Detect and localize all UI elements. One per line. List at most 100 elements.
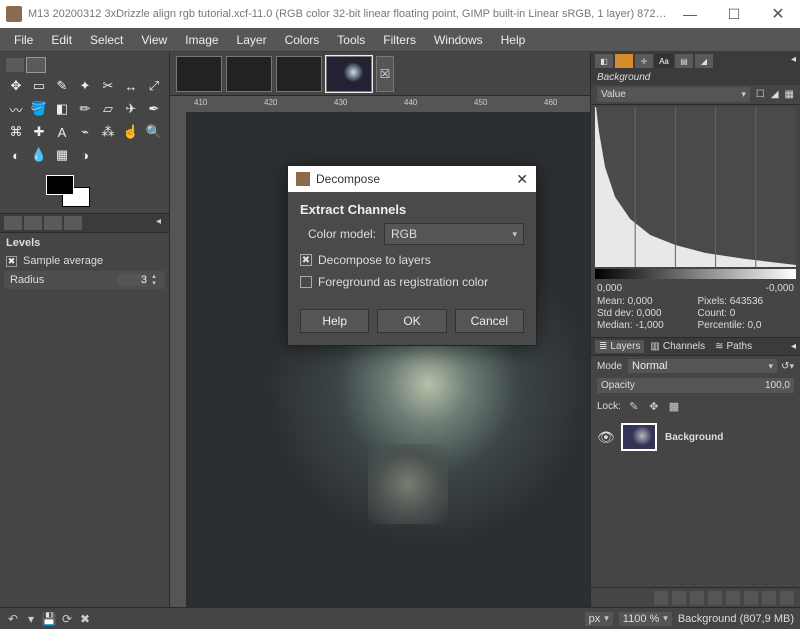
airbrush-tool-icon[interactable]: ✈	[121, 99, 141, 119]
sb-refresh-icon[interactable]: ⟳	[60, 612, 74, 626]
layers-tab-menu-icon[interactable]: ◂	[791, 341, 796, 352]
histogram-log-icon[interactable]: ◢	[771, 89, 779, 100]
image-tab-3[interactable]	[276, 56, 322, 92]
tool-options-tab-4[interactable]	[64, 216, 82, 230]
radius-input[interactable]	[117, 274, 147, 286]
crop-tool-icon[interactable]: ✂	[98, 76, 118, 96]
histogram-tab-2[interactable]	[615, 54, 633, 68]
histogram-tab-1[interactable]: ◧	[595, 54, 613, 68]
layer-item[interactable]: 👁 Background	[597, 421, 794, 453]
window-maximize-button[interactable]: ☐	[712, 0, 756, 28]
horizontal-ruler[interactable]: 410 420 430 440 450 460	[186, 96, 590, 112]
document-history-tab-icon[interactable]: ▤	[675, 54, 693, 68]
menu-filters[interactable]: Filters	[375, 31, 424, 49]
move-tool-icon[interactable]: ✥	[6, 76, 26, 96]
histogram-rgb-icon[interactable]: ▦	[785, 89, 794, 100]
image-tab-2[interactable]	[226, 56, 272, 92]
foreground-registration-checkbox[interactable]	[300, 276, 312, 288]
lower-layer-icon[interactable]	[708, 591, 722, 605]
layer-mode-select[interactable]: Normal ▾	[628, 359, 777, 373]
delete-layer-icon[interactable]	[780, 591, 794, 605]
raise-layer-icon[interactable]	[690, 591, 704, 605]
decompose-to-layers-checkbox[interactable]: ✖	[300, 254, 312, 266]
histogram-linear-icon[interactable]: ☐	[756, 89, 765, 100]
sb-save-icon[interactable]: 💾	[42, 612, 56, 626]
measure-tool-icon[interactable]: ↔	[121, 76, 141, 96]
fg-bg-swatch[interactable]	[46, 175, 90, 207]
ink-tool-icon[interactable]: ✒	[144, 99, 164, 119]
menu-layer[interactable]: Layer	[229, 31, 275, 49]
histogram-channel-select[interactable]: Value ▾	[597, 87, 750, 102]
toolbox-tab-1[interactable]	[6, 58, 24, 72]
pointer-tab-icon[interactable]: ✛	[635, 54, 653, 68]
blur-tool-icon[interactable]: 💧	[29, 145, 49, 165]
hist-tabs-menu-icon[interactable]: ◂	[791, 54, 796, 68]
text-tool-icon[interactable]: A	[52, 122, 72, 142]
dodge-tool-icon[interactable]: ◐	[6, 145, 26, 165]
color-picker-icon[interactable]: ⁂	[98, 122, 118, 142]
sb-image-menu-icon[interactable]: ▾	[24, 612, 38, 626]
tool-options-tab-1[interactable]	[4, 216, 22, 230]
radius-step-up-icon[interactable]: ▴	[149, 273, 159, 280]
path-tool-icon[interactable]: ⌁	[75, 122, 95, 142]
smudge-tool-icon[interactable]: ☝	[121, 122, 141, 142]
dialog-titlebar[interactable]: Decompose ✕	[288, 166, 536, 192]
vertical-ruler[interactable]	[170, 112, 186, 607]
bucket-fill-icon[interactable]: 🪣	[29, 99, 49, 119]
font-tab-icon[interactable]: Aa	[655, 54, 673, 68]
new-layer-icon[interactable]	[654, 591, 668, 605]
status-zoom-select[interactable]: 1100 % ▾	[619, 612, 672, 626]
image-tab-close-icon[interactable]: ☒	[376, 56, 394, 92]
free-select-icon[interactable]: ✎	[52, 76, 72, 96]
cage-tool-icon[interactable]: ▦	[52, 145, 72, 165]
ok-button[interactable]: OK	[377, 309, 446, 333]
menu-select[interactable]: Select	[82, 31, 131, 49]
heal-tool-icon[interactable]: ✚	[29, 122, 49, 142]
window-minimize-button[interactable]: —	[668, 0, 712, 28]
image-tab-4[interactable]	[326, 56, 372, 92]
desaturate-tool-icon[interactable]: ◑	[75, 145, 95, 165]
lock-position-icon[interactable]: ✥	[647, 399, 661, 413]
tab-paths[interactable]: ≋Paths	[711, 340, 756, 353]
menu-windows[interactable]: Windows	[426, 31, 491, 49]
layer-visibility-icon[interactable]: 👁	[597, 429, 613, 446]
cancel-button[interactable]: Cancel	[455, 309, 524, 333]
layer-thumbnail[interactable]	[621, 423, 657, 451]
gradient-tool-icon[interactable]: ◧	[52, 99, 72, 119]
chevron-down-icon[interactable]: ▾	[789, 361, 794, 372]
menu-help[interactable]: Help	[493, 31, 534, 49]
layer-group-icon[interactable]	[672, 591, 686, 605]
histogram-tab-active-icon[interactable]: ◢	[695, 54, 713, 68]
clone-tool-icon[interactable]: ⌘	[6, 122, 26, 142]
warp-tool-icon[interactable]: 〰	[6, 99, 26, 119]
lock-paint-icon[interactable]: ✎	[627, 399, 641, 413]
lock-alpha-icon[interactable]: ▩	[667, 399, 681, 413]
rect-select-icon[interactable]: ▭	[29, 76, 49, 96]
layer-name[interactable]: Background	[665, 432, 723, 443]
sb-delete-icon[interactable]: ✖	[78, 612, 92, 626]
pencil-tool-icon[interactable]: ✏	[75, 99, 95, 119]
foreground-color-swatch[interactable]	[46, 175, 74, 195]
menu-tools[interactable]: Tools	[329, 31, 373, 49]
tab-channels[interactable]: ▥Channels	[646, 340, 709, 353]
mode-switch-icon[interactable]: ↺	[781, 361, 789, 372]
duplicate-layer-icon[interactable]	[726, 591, 740, 605]
mask-layer-icon[interactable]	[762, 591, 776, 605]
color-model-select[interactable]: RGB ▾	[384, 223, 524, 245]
image-tab-1[interactable]	[176, 56, 222, 92]
layer-opacity-slider[interactable]: Opacity 100,0	[597, 378, 794, 393]
eraser-tool-icon[interactable]: ▱	[98, 99, 118, 119]
menu-edit[interactable]: Edit	[43, 31, 80, 49]
dialog-close-button[interactable]: ✕	[516, 171, 528, 188]
tool-options-tab-3[interactable]	[44, 216, 62, 230]
tab-layers[interactable]: ≣Layers	[595, 340, 644, 353]
menu-image[interactable]: Image	[177, 31, 226, 49]
tool-options-tab-2[interactable]	[24, 216, 42, 230]
menu-colors[interactable]: Colors	[277, 31, 328, 49]
fuzzy-select-icon[interactable]: ✦	[75, 76, 95, 96]
transform-tool-icon[interactable]: ⤢	[144, 76, 164, 96]
menu-view[interactable]: View	[133, 31, 175, 49]
sample-average-checkbox[interactable]: ✖	[6, 256, 17, 267]
toolbox-tab-2[interactable]	[27, 58, 45, 72]
status-unit-select[interactable]: px ▾	[585, 612, 613, 626]
